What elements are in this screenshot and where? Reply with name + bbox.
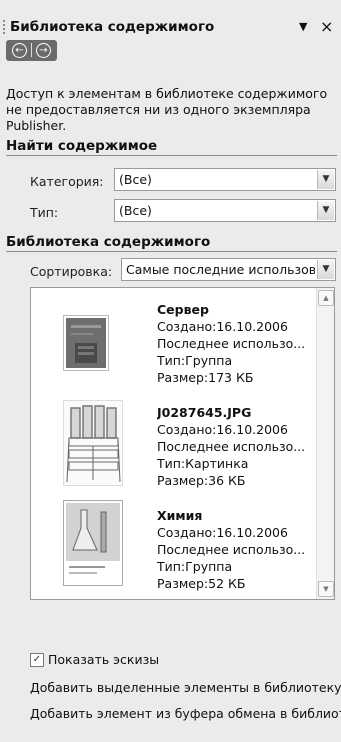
item-created: Создано:16.10.2006 <box>157 525 288 540</box>
nav-divider <box>31 43 32 57</box>
close-icon[interactable]: × <box>320 17 333 36</box>
item-size: Размер:52 КБ <box>157 576 246 591</box>
type-value: (Все) <box>119 203 152 218</box>
pane-title: Библиотека содержимого <box>10 19 215 35</box>
info-line-2: не предоставляется ни из одного экземпля… <box>6 102 311 117</box>
item-type: Тип:Группа <box>157 559 233 574</box>
item-details: J0287645.JPG Создано:16.10.2006 Последне… <box>157 404 315 489</box>
item-last-used: Последнее использо... <box>157 336 306 351</box>
pane-title-bar: Библиотека содержимого ▼ × <box>0 0 341 36</box>
info-line-1: Доступ к элементам в библиотеке содержим… <box>6 86 328 101</box>
back-arrow-icon[interactable]: ← <box>12 43 27 58</box>
forward-arrow-icon[interactable]: → <box>36 43 51 58</box>
item-created: Создано:16.10.2006 <box>157 319 288 334</box>
sort-label: Сортировка: <box>30 264 113 279</box>
item-name: Сервер <box>157 302 209 317</box>
item-size: Размер:36 КБ <box>157 473 246 488</box>
item-type: Тип:Картинка <box>157 456 249 471</box>
category-label: Категория: <box>30 174 104 189</box>
item-name: J0287645.JPG <box>157 405 252 420</box>
type-label: Тип: <box>30 205 59 220</box>
item-created: Создано:16.10.2006 <box>157 422 288 437</box>
content-library-heading: Библиотека содержимого <box>6 234 337 252</box>
library-items-list[interactable]: Сервер Создано:16.10.2006 Последнее испо… <box>30 287 335 600</box>
item-size: Размер:173 КБ <box>157 370 254 385</box>
scroll-up-icon[interactable]: ▲ <box>318 290 334 306</box>
drag-grip[interactable] <box>3 20 5 34</box>
info-message: Доступ к элементам в библиотеке содержим… <box>6 86 336 134</box>
list-scrollbar[interactable]: ▲ ▼ <box>316 288 334 599</box>
chevron-down-icon[interactable]: ▼ <box>317 260 334 279</box>
scroll-down-icon[interactable]: ▼ <box>318 581 334 597</box>
show-thumbnails-label[interactable]: Показать эскизы <box>48 652 159 667</box>
find-content-heading: Найти содержимое <box>6 138 337 156</box>
chevron-down-icon[interactable]: ▼ <box>317 201 334 220</box>
chemistry-thumbnail <box>63 500 123 586</box>
item-name: Химия <box>157 508 203 523</box>
list-item[interactable]: Химия Создано:16.10.2006 Последнее испол… <box>31 494 317 594</box>
type-select[interactable]: (Все) ▼ <box>114 199 336 222</box>
item-type: Тип:Группа <box>157 353 233 368</box>
add-clipboard-link[interactable]: Добавить элемент из буфера обмена в библ… <box>30 706 341 721</box>
list-item[interactable]: J0287645.JPG Создано:16.10.2006 Последне… <box>31 391 317 491</box>
list-item[interactable]: Сервер Создано:16.10.2006 Последнее испо… <box>31 288 317 388</box>
item-details: Сервер Создано:16.10.2006 Последнее испо… <box>157 301 315 386</box>
add-selected-link[interactable]: Добавить выделенные элементы в библиотек… <box>30 680 341 695</box>
server-thumbnail <box>63 315 109 371</box>
chevron-down-icon[interactable]: ▼ <box>299 20 307 33</box>
item-last-used: Последнее использо... <box>157 542 306 557</box>
info-line-3: Publisher. <box>6 118 67 133</box>
item-details: Химия Создано:16.10.2006 Последнее испол… <box>157 507 315 592</box>
sort-select[interactable]: Самые последние использова ▼ <box>121 258 336 281</box>
category-value: (Все) <box>119 172 152 187</box>
category-select[interactable]: (Все) ▼ <box>114 168 336 191</box>
sort-value: Самые последние использова <box>126 262 315 277</box>
stand-thumbnail <box>63 400 123 486</box>
navigation-bar: ← → <box>6 40 57 61</box>
item-last-used: Последнее использо... <box>157 439 306 454</box>
chevron-down-icon[interactable]: ▼ <box>317 170 334 189</box>
show-thumbnails-checkbox[interactable]: ✓ <box>30 653 44 667</box>
